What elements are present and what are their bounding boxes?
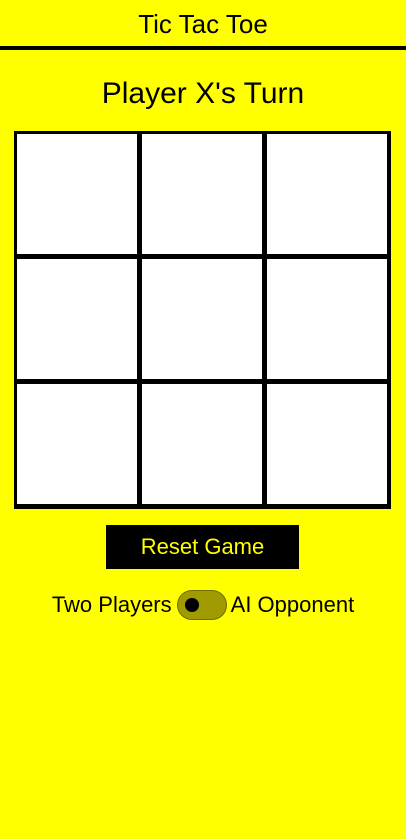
board-cell-5[interactable] [142,259,262,379]
turn-status: Player X's Turn [101,77,305,110]
reset-game-button[interactable]: Reset Game [106,525,299,569]
game-mode-switch-row: Two Players AI Opponent [0,589,406,621]
board-cell-2[interactable] [142,134,262,254]
game-mode-toggle[interactable] [176,590,227,620]
board-cell-9[interactable] [267,384,387,504]
board-cell-4[interactable] [17,259,137,379]
game-board [14,131,391,509]
app-title: Tic Tac Toe [138,9,268,39]
board-cell-3[interactable] [267,134,387,254]
board-cell-1[interactable] [17,134,137,254]
board-cell-8[interactable] [142,384,262,504]
toggle-knob [184,598,199,612]
two-players-label: Two Players [51,592,172,617]
board-cell-7[interactable] [17,384,137,504]
app-header: Tic Tac Toe [0,0,406,50]
board-cell-6[interactable] [267,259,387,379]
ai-opponent-label: AI Opponent [230,592,355,617]
